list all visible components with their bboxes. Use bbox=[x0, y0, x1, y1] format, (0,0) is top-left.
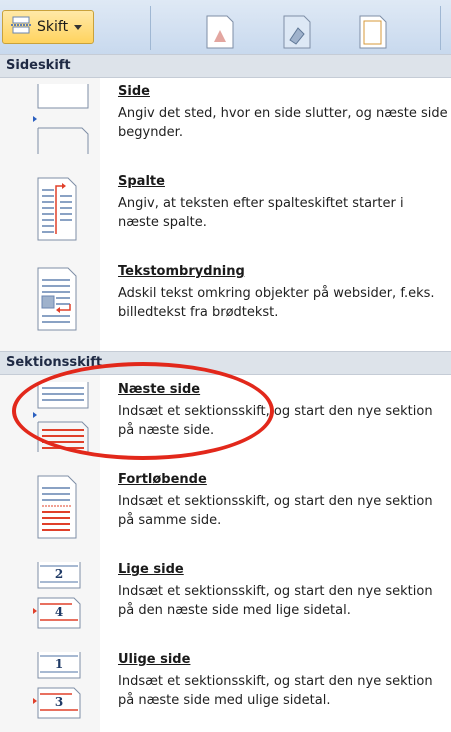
menu-item-spalte[interactable]: Spalte Angiv, at teksten efter spalteski… bbox=[0, 174, 451, 250]
section-header-sektionsskift: Sektionsskift bbox=[0, 351, 451, 375]
menu-item-description: Indsæt et sektionsskift, og start den ny… bbox=[118, 494, 433, 528]
menu-item-naeste-side[interactable]: Næste side Indsæt et sektionsskift, og s… bbox=[0, 382, 451, 458]
menu-item-description: Angiv, at teksten efter spalteskiftet st… bbox=[118, 196, 404, 230]
menu-item-fortloebende[interactable]: Fortløbende Indsæt et sektionsskift, og … bbox=[0, 472, 451, 548]
menu-item-lige-side[interactable]: 2 4 Lige side Indsæt et sektionsskift, o… bbox=[0, 562, 451, 638]
breaks-icon bbox=[11, 16, 31, 38]
even-top-number: 2 bbox=[55, 567, 63, 581]
skift-label: Skift bbox=[37, 19, 69, 35]
menu-item-title: Lige side bbox=[118, 562, 184, 577]
menu-item-title: Næste side bbox=[118, 382, 201, 397]
next-page-section-break-icon bbox=[20, 382, 90, 456]
section-header-sideskift: Sideskift bbox=[0, 54, 451, 78]
menu-item-description: Indsæt et sektionsskift, og start den ny… bbox=[118, 674, 433, 708]
menu-item-description: Angiv det sted, hvor en side slutter, og… bbox=[118, 106, 448, 140]
ribbon: Skift bbox=[0, 0, 451, 55]
odd-page-section-break-icon: 1 3 bbox=[20, 652, 90, 726]
text-wrapping-break-icon bbox=[20, 264, 90, 338]
page-color-icon[interactable] bbox=[282, 14, 312, 54]
continuous-section-break-icon bbox=[20, 472, 90, 546]
menu-item-description: Adskil tekst omkring objekter på webside… bbox=[118, 286, 435, 320]
column-break-icon bbox=[20, 174, 90, 248]
menu-item-title: Fortløbende bbox=[118, 472, 207, 487]
menu-item-ulige-side[interactable]: 1 3 Ulige side Indsæt et sektionsskift, … bbox=[0, 652, 451, 728]
page-borders-icon[interactable] bbox=[358, 14, 388, 54]
breaks-menu: Sideskift Side Angiv det sted, hvor en s… bbox=[0, 54, 451, 732]
menu-item-title: Side bbox=[118, 84, 150, 99]
menu-item-description: Indsæt et sektionsskift, og start den ny… bbox=[118, 404, 433, 438]
watermark-icon[interactable] bbox=[205, 14, 235, 54]
menu-item-title: Tekstombrydning bbox=[118, 264, 245, 279]
menu-item-side[interactable]: Side Angiv det sted, hvor en side slutte… bbox=[0, 84, 451, 160]
skift-dropdown-button[interactable]: Skift bbox=[2, 10, 94, 44]
menu-item-description: Indsæt et sektionsskift, og start den ny… bbox=[118, 584, 433, 618]
ribbon-separator bbox=[150, 6, 151, 50]
odd-top-number: 1 bbox=[55, 657, 63, 671]
menu-item-title: Spalte bbox=[118, 174, 165, 189]
ribbon-separator bbox=[440, 6, 441, 50]
menu-item-tekstombrydning[interactable]: Tekstombrydning Adskil tekst omkring obj… bbox=[0, 264, 451, 340]
menu-item-title: Ulige side bbox=[118, 652, 191, 667]
chevron-down-icon bbox=[74, 20, 83, 35]
even-page-section-break-icon: 2 4 bbox=[20, 562, 90, 636]
even-bottom-number: 4 bbox=[55, 605, 63, 619]
odd-bottom-number: 3 bbox=[55, 695, 63, 709]
page-break-icon bbox=[20, 84, 90, 158]
